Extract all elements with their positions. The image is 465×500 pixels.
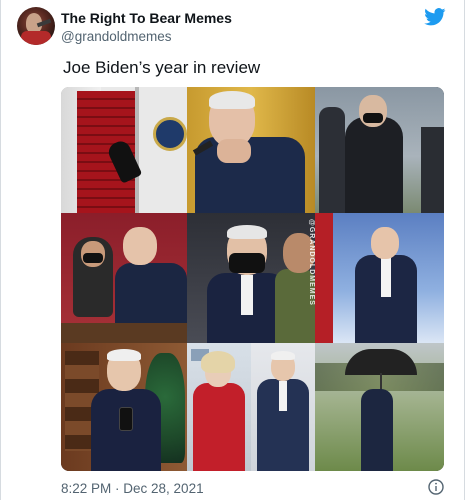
collage-photo-selfie xyxy=(61,343,187,471)
watermark-text: @GRANDOLDMEMES xyxy=(308,219,315,306)
collage-photo-masked-standing xyxy=(315,87,444,213)
stair-railing xyxy=(135,87,139,213)
desk xyxy=(61,323,187,343)
presidential-seal xyxy=(153,117,187,151)
avatar-shirt-shape xyxy=(21,31,51,45)
walking-figure xyxy=(361,389,393,471)
background-person xyxy=(319,107,345,213)
white-shirt xyxy=(381,257,391,297)
phone xyxy=(119,407,133,431)
collage-photo-woman-red xyxy=(187,343,251,471)
collage-photo-standing-blue xyxy=(315,213,444,343)
tweet-media-collage[interactable]: @GRANDOLDMEMES xyxy=(61,87,444,471)
collage-photo-umbrella xyxy=(315,343,444,471)
blonde-hair xyxy=(201,351,235,373)
twitter-bird-icon[interactable] xyxy=(424,8,446,26)
face-mask xyxy=(229,253,265,273)
collage-photo-child xyxy=(61,213,187,343)
collage-photo-masked-crowd: @GRANDOLDMEMES xyxy=(187,213,315,343)
collage-photo-seated xyxy=(251,343,315,471)
red-coat xyxy=(193,383,245,471)
black-umbrella xyxy=(345,349,417,375)
white-hair xyxy=(209,91,255,109)
white-shirt xyxy=(279,381,287,411)
author-display-name[interactable]: The Right To Bear Memes xyxy=(61,10,232,27)
collage-photo-head-bowed xyxy=(187,87,315,213)
white-hair xyxy=(107,349,141,361)
white-shirt xyxy=(241,275,253,315)
tweet-text: Joe Biden’s year in review xyxy=(63,58,261,77)
white-hair xyxy=(227,225,267,239)
clasped-hands xyxy=(217,139,251,163)
man-head xyxy=(123,227,157,265)
dark-suited-man xyxy=(345,117,403,213)
avatar[interactable] xyxy=(17,7,55,45)
background-person-right xyxy=(421,127,444,213)
info-icon[interactable] xyxy=(428,479,444,495)
tweet-timestamp[interactable]: 8:22 PM · Dec 28, 2021 xyxy=(61,481,204,497)
face-mask xyxy=(363,113,383,123)
author-handle[interactable]: @grandoldmemes xyxy=(61,29,172,45)
collage-photo-plane-stairs xyxy=(61,87,187,213)
white-hair xyxy=(271,351,295,360)
tweet-card: The Right To Bear Memes @grandoldmemes J… xyxy=(0,0,465,500)
man-head xyxy=(371,227,399,259)
child-face-mask xyxy=(83,253,103,263)
red-banner xyxy=(315,213,333,343)
